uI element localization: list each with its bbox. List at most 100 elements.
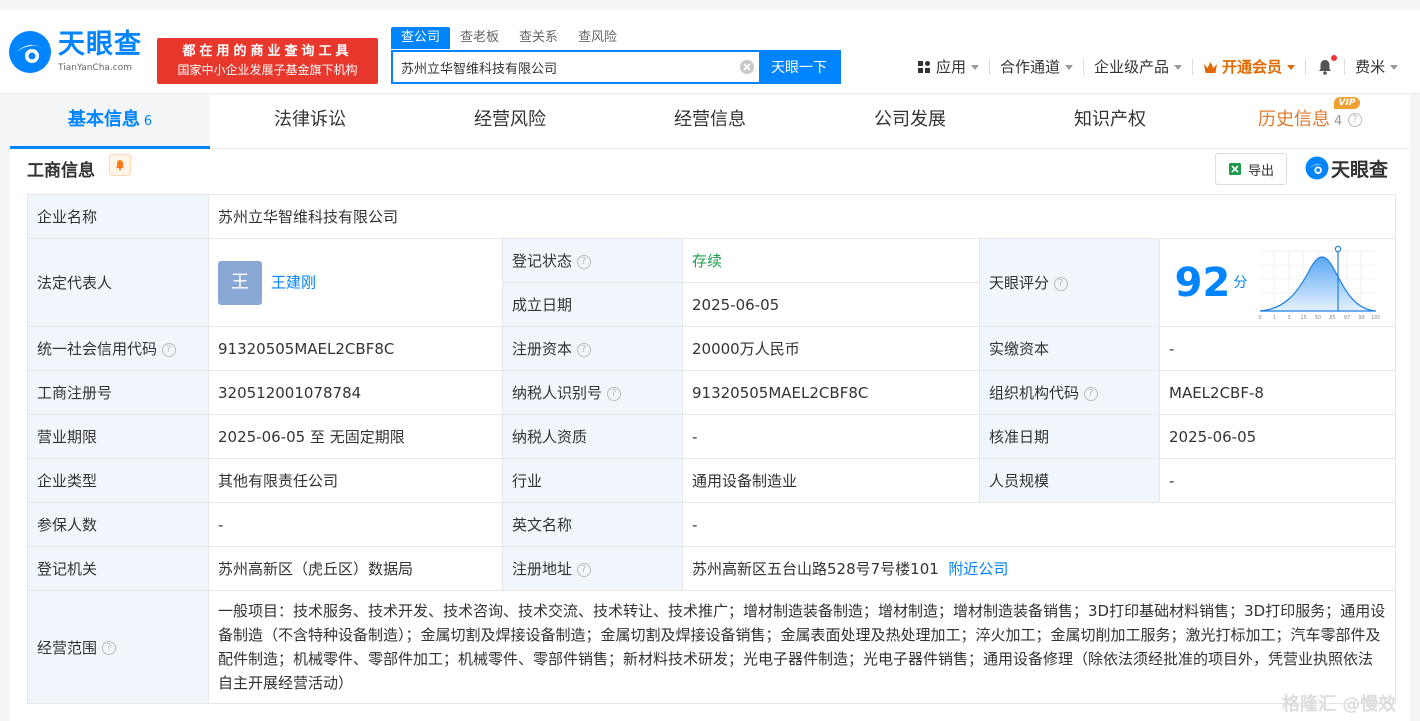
search-tab-boss[interactable]: 查老板 xyxy=(450,27,509,49)
nav-channel[interactable]: 合作通道 xyxy=(990,59,1085,75)
table-row: 经营范围 ? 一般项目：技术服务、技术开发、技术咨询、技术交流、技术转让、技术推… xyxy=(27,590,1397,704)
excel-icon xyxy=(1228,163,1241,175)
value-english-name: - xyxy=(681,502,1397,547)
value-reg-status: 存续 xyxy=(682,238,980,283)
value-company-type: 其他有限责任公司 xyxy=(208,458,503,503)
label-found-date: 成立日期 xyxy=(502,282,683,327)
tab-legal[interactable]: 法律诉讼 xyxy=(210,95,410,149)
tab-history[interactable]: VIP 历史信息 4 ? xyxy=(1210,95,1410,149)
search-tab-company[interactable]: 查公司 xyxy=(391,27,451,49)
value-tianyan-score[interactable]: 92 分 0 1 3 15 50 85 97 99 100 xyxy=(1158,238,1397,327)
brand-watermark: 天眼查 xyxy=(1305,155,1388,181)
legal-rep-link[interactable]: 王建刚 xyxy=(271,273,316,291)
value-approve-date: 2025-06-05 xyxy=(1158,414,1397,459)
alert-bell-icon[interactable] xyxy=(109,154,131,176)
value-reg-address: 苏州高新区五台山路528号7号楼101 附近公司 xyxy=(681,546,1397,591)
value-staff-size: - xyxy=(1158,458,1397,503)
nearby-companies-link[interactable]: 附近公司 xyxy=(948,560,1008,578)
label-reg-status: 登记状态 ? xyxy=(502,238,683,283)
label-credit-code: 统一社会信用代码 ? xyxy=(27,326,209,371)
label-reg-capital: 注册资本 ? xyxy=(502,326,683,371)
tab-label: 历史信息 xyxy=(1257,109,1330,130)
tab-operating-risk[interactable]: 经营风险 xyxy=(410,95,610,149)
business-info-table: 企业名称 苏州立华智维科技有限公司 法定代表人 王王建刚 登记状态 ? 存续 天… xyxy=(27,194,1397,704)
value-business-term: 2025-06-05 至 无固定期限 xyxy=(208,414,503,459)
avatar[interactable]: 王 xyxy=(218,260,262,305)
help-icon[interactable]: ? xyxy=(1083,386,1098,401)
label-business-scope: 经营范围 ? xyxy=(27,590,209,704)
tab-development[interactable]: 公司发展 xyxy=(810,95,1010,149)
help-icon[interactable]: ? xyxy=(1348,113,1362,127)
nav-apps[interactable]: 应用 xyxy=(908,59,991,75)
score-tick-label: 0 xyxy=(1258,315,1261,321)
slogan-line2: 国家中小企业发展子基金旗下机构 xyxy=(177,63,358,77)
score-tick-label: 3 xyxy=(1287,315,1290,321)
address-label-text: 注册地址 xyxy=(512,560,573,578)
label-org-code: 组织机构代码 ? xyxy=(979,370,1160,415)
score-label-text: 天眼评分 xyxy=(989,274,1050,292)
label-tax-qualification: 纳税人资质 xyxy=(502,414,683,459)
label-reg-number: 工商注册号 xyxy=(27,370,209,415)
tab-label: 经营信息 xyxy=(674,109,746,130)
score-number: 92 xyxy=(1174,259,1231,306)
help-icon[interactable]: ? xyxy=(606,386,621,401)
logo-eye-icon xyxy=(1305,156,1329,180)
value-reg-authority: 苏州高新区（虎丘区）数据局 xyxy=(208,546,503,591)
chevron-down-icon xyxy=(1174,64,1183,70)
clear-icon[interactable] xyxy=(735,52,759,82)
tab-label: 公司发展 xyxy=(874,109,946,130)
main-content: 工商信息 导出 天眼查 企业名称 苏州立华智维科技有限公司 法定代表人 王王建刚… xyxy=(10,149,1410,721)
search-tab-relation[interactable]: 查关系 xyxy=(509,27,568,49)
help-icon[interactable]: ? xyxy=(576,562,591,577)
score-distribution-chart: 0 1 3 15 50 85 97 99 100 xyxy=(1258,245,1380,321)
value-insured: - xyxy=(208,502,503,547)
search-input[interactable] xyxy=(393,52,735,82)
top-header: 天眼查 TianYanCha.com 都在用的商业查询工具 国家中小企业发展子基… xyxy=(0,10,1420,94)
address-text: 苏州高新区五台山路528号7号楼101 xyxy=(692,560,939,578)
scope-label-text: 经营范围 xyxy=(37,638,98,657)
tab-basic-info[interactable]: 基本信息 6 xyxy=(10,95,210,149)
company-tabs: 基本信息 6 法律诉讼 经营风险 经营信息 公司发展 知识产权 VIP 历史信息 4… xyxy=(10,95,1410,149)
search-tab-risk[interactable]: 查风险 xyxy=(568,27,627,49)
tab-label: 法律诉讼 xyxy=(274,109,346,130)
value-industry: 通用设备制造业 xyxy=(682,458,980,503)
chevron-down-icon xyxy=(1390,64,1399,70)
label-tianyan-score: 天眼评分 ? xyxy=(979,238,1160,327)
tab-count: 4 xyxy=(1333,114,1343,129)
help-icon[interactable]: ? xyxy=(161,342,176,357)
nav-notifications[interactable] xyxy=(1306,55,1346,75)
export-button[interactable]: 导出 xyxy=(1215,153,1287,185)
table-row: 营业期限 2025-06-05 至 无固定期限 纳税人资质 - 核准日期 202… xyxy=(27,414,1397,459)
help-icon[interactable]: ? xyxy=(576,342,591,357)
nav-enterprise[interactable]: 企业级产品 xyxy=(1084,59,1194,75)
help-icon[interactable]: ? xyxy=(1053,276,1068,291)
score-unit: 分 xyxy=(1233,275,1248,291)
label-approve-date: 核准日期 xyxy=(979,414,1160,459)
tab-ip[interactable]: 知识产权 xyxy=(1010,95,1210,149)
value-business-scope: 一般项目：技术服务、技术开发、技术咨询、技术交流、技术转让、技术推广；增材制造装… xyxy=(207,590,1397,704)
search-tabs: 查公司 查老板 查关系 查风险 xyxy=(391,27,627,49)
label-company-name: 企业名称 xyxy=(27,194,209,239)
help-icon[interactable]: ? xyxy=(576,254,591,269)
value-tax-qualification: - xyxy=(682,414,980,459)
score-tick-label: 85 xyxy=(1329,315,1335,321)
slogan-banner[interactable]: 都在用的商业查询工具 国家中小企业发展子基金旗下机构 xyxy=(157,38,378,84)
label-english-name: 英文名称 xyxy=(502,502,683,547)
logo-eye-icon xyxy=(9,31,51,73)
nav-vip-label: 开通会员 xyxy=(1222,58,1283,76)
help-icon[interactable]: ? xyxy=(101,641,116,655)
tab-operating-info[interactable]: 经营信息 xyxy=(610,95,810,149)
value-org-code: MAEL2CBF-8 xyxy=(1158,370,1397,415)
nav-user[interactable]: 费米 xyxy=(1345,59,1408,75)
table-row: 法定代表人 王王建刚 登记状态 ? 存续 天眼评分 ? 92 分 0 1 3 1… xyxy=(27,238,1397,327)
nav-vip[interactable]: 开通会员 xyxy=(1193,58,1307,76)
chevron-down-icon xyxy=(1287,64,1296,70)
search-button[interactable]: 天眼一下 xyxy=(759,52,839,82)
label-industry: 行业 xyxy=(502,458,683,503)
table-row: 企业类型 其他有限责任公司 行业 通用设备制造业 人员规模 - xyxy=(27,458,1397,503)
credit-label-text: 统一社会信用代码 xyxy=(37,340,158,358)
nav-user-label: 费米 xyxy=(1355,58,1386,76)
logo[interactable]: 天眼查 TianYanCha.com xyxy=(8,30,150,76)
score-tick-label: 15 xyxy=(1300,315,1306,321)
table-row: 工商注册号 320512001078784 纳税人识别号 ? 91320505M… xyxy=(27,370,1397,415)
